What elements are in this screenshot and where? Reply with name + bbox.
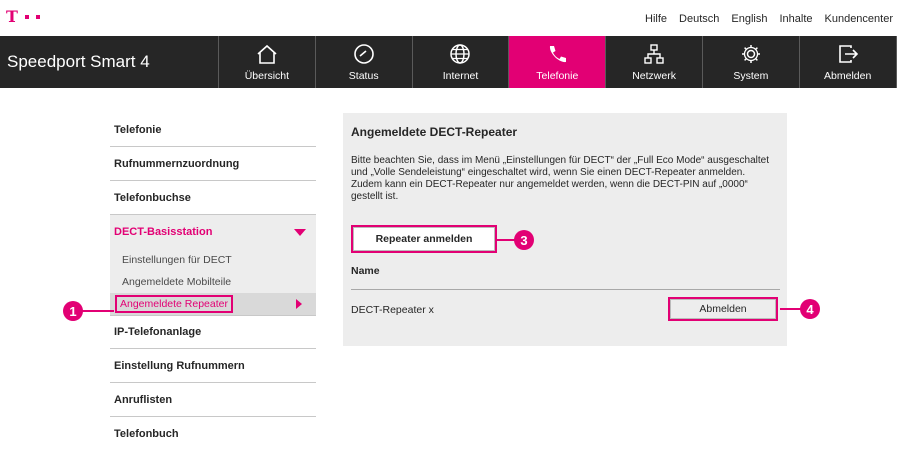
sidebar-subitem-handsets[interactable]: Angemeldete Mobilteile [110,271,316,293]
sidebar-item-phonebook[interactable]: Telefonbuch [110,417,316,451]
nav-system[interactable]: System [703,36,800,88]
sidebar-item-dect-base[interactable]: DECT-Basisstation [110,215,316,249]
callout-line-3 [497,239,515,241]
product-title: Speedport Smart 4 [0,36,219,88]
callout-line-1 [82,310,114,312]
nav-telephony[interactable]: Telefonie [509,36,607,88]
chevron-right-icon [296,299,302,309]
nav-label: Status [348,70,379,82]
callout-badge-4: 4 [800,299,820,319]
sidebar-submenu: Einstellungen für DECT Angemeldete Mobil… [110,249,316,315]
sidebar-item-label: DECT-Basisstation [114,226,213,238]
sidebar-item-number-assignment[interactable]: Rufnummernzuordnung [110,147,316,181]
nav-status[interactable]: Status [316,36,413,88]
nav-logout[interactable]: Abmelden [800,36,897,88]
top-links: Hilfe Deutsch English Inhalte Kundencent… [645,13,893,25]
sidebar-item-telephony[interactable]: Telefonie [110,113,316,147]
page-title: Angemeldete DECT-Repeater [351,125,518,139]
register-repeater-button[interactable]: Repeater anmelden [351,225,497,253]
gauge-icon [351,42,377,66]
nav-internet[interactable]: Internet [413,36,510,88]
sidebar: Telefonie Rufnummernzuordnung Telefonbuc… [110,113,316,451]
nav-label: Netzwerk [632,70,676,82]
sidebar-subitem-dect-settings[interactable]: Einstellungen für DECT [110,249,316,271]
main-nav: Speedport Smart 4 Übersicht Status Inter… [0,36,897,88]
gear-icon [738,42,764,66]
link-english[interactable]: English [731,13,767,25]
nav-overview[interactable]: Übersicht [219,36,316,88]
nav-label: Übersicht [244,70,290,82]
callout-badge-1: 1 [63,301,83,321]
globe-icon [447,42,473,66]
sidebar-subitem-repeaters[interactable]: Angemeldete Repeater [110,293,316,315]
nav-label: System [733,70,769,82]
chevron-down-icon [294,228,306,236]
sidebar-item-phone-jack[interactable]: Telefonbuchse [110,181,316,215]
repeater-name: DECT-Repeater x [351,304,434,316]
telekom-logo: T [6,9,40,25]
sidebar-item-number-settings[interactable]: Einstellung Rufnummern [110,349,316,383]
callout-badge-3: 3 [514,230,534,250]
link-customer-center[interactable]: Kundencenter [825,13,894,25]
nav-label: Telefonie [536,70,579,82]
divider [351,289,780,290]
nav-network[interactable]: Netzwerk [606,36,703,88]
network-icon [641,42,667,66]
telekom-t-icon: T [6,7,18,26]
nav-label: Internet [442,70,479,82]
info-text: Bitte beachten Sie, dass im Menü „Einste… [351,155,769,202]
phone-icon [544,42,570,66]
link-help[interactable]: Hilfe [645,13,667,25]
sidebar-item-call-lists[interactable]: Anruflisten [110,383,316,417]
unregister-button[interactable]: Abmelden [668,297,778,321]
sidebar-item-ip-pbx[interactable]: IP-Telefonanlage [110,315,316,349]
column-header-name: Name [351,265,380,277]
home-icon [254,42,280,66]
sidebar-subitem-label: Angemeldete Repeater [115,295,233,313]
link-contents[interactable]: Inhalte [779,13,812,25]
repeater-panel: Angemeldete DECT-Repeater Bitte beachten… [343,113,787,346]
callout-line-4 [780,308,802,310]
link-deutsch[interactable]: Deutsch [679,13,719,25]
logout-icon [835,42,861,66]
nav-label: Abmelden [824,70,872,82]
